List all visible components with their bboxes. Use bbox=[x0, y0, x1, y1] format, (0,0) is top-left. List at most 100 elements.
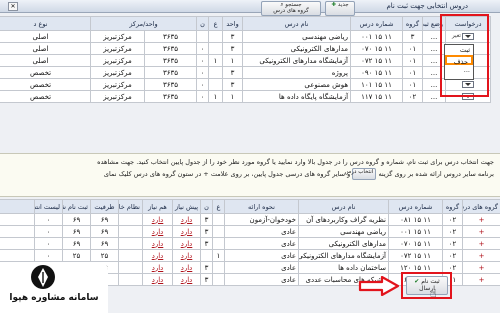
chevron-down-icon[interactable] bbox=[462, 81, 475, 88]
center-cell: مرکزتبریز bbox=[89, 78, 146, 91]
type-cell: تخصص bbox=[0, 66, 91, 79]
col-n: ن bbox=[200, 199, 213, 214]
units-cell: ۳ bbox=[222, 66, 244, 79]
groups-cell[interactable]: + bbox=[462, 237, 500, 250]
n-cell: ۰ bbox=[196, 78, 210, 91]
table-row: ... ۰۱ ۱۱ ۱۵ ۱۰۱ هوش مصنوعی ۳ ۰ ۳۶۳۵ مرکزتبریز ت… bbox=[0, 78, 492, 91]
chevron-down-icon[interactable] bbox=[462, 33, 475, 40]
instructions-line-1: جهت انتخاب درس برای ثبت نام، شماره و گرو… bbox=[97, 158, 494, 166]
prereq-cell[interactable]: دارد bbox=[172, 249, 201, 262]
units-cell: ۱ bbox=[222, 90, 244, 103]
center-cell: مرکزتبریز bbox=[89, 42, 146, 55]
filler-cell bbox=[0, 249, 35, 262]
a-cell bbox=[208, 42, 224, 55]
group-cell[interactable]: ۰۲ bbox=[402, 90, 424, 103]
n-cell: ۳ bbox=[200, 237, 213, 250]
dropdown-option-delete[interactable]: حذف bbox=[445, 55, 473, 66]
coreq-cell[interactable]: دارد bbox=[142, 225, 173, 238]
n-cell: ۰ bbox=[196, 54, 210, 67]
course-no-cell[interactable]: ۱۱ ۱۵ ۱۰۱ bbox=[350, 78, 404, 91]
name-cell: مدارهای الکترونیکی bbox=[298, 237, 389, 250]
type-cell: اصلی bbox=[0, 30, 91, 43]
prereq-cell[interactable]: دارد bbox=[172, 213, 201, 226]
dropdown-note: تغیر bbox=[452, 33, 461, 39]
coreq-cell[interactable]: دارد bbox=[142, 273, 173, 286]
prereq-cell[interactable]: دارد bbox=[172, 273, 201, 286]
col-course-name: نام درس bbox=[242, 16, 352, 31]
coreq-cell[interactable]: دارد bbox=[142, 261, 173, 274]
groups-cell[interactable]: + bbox=[462, 225, 500, 238]
groups-cell[interactable]: + bbox=[462, 261, 500, 274]
group-cell[interactable]: ۰۱ bbox=[402, 54, 424, 67]
col-prereq: پیش نیاز bbox=[172, 199, 201, 214]
coreq-cell[interactable]: دارد bbox=[142, 237, 173, 250]
submit-registration-button[interactable]: ✔ ثبت نام ارسال bbox=[406, 276, 448, 295]
course_no-cell: ۱۱ ۱۵ ۰۷۰ bbox=[388, 237, 443, 250]
course-no-cell[interactable]: ۱۱ ۱۵ ۱۱۷ bbox=[350, 90, 404, 103]
course_no-cell: ۱۱ ۱۵ ۱۲۰ bbox=[388, 261, 443, 274]
n-cell: ۳ bbox=[200, 261, 213, 274]
coreq-cell[interactable]: دارد bbox=[142, 249, 173, 262]
course-no-cell[interactable]: ۱۱ ۱۵ ۰۷۲ bbox=[350, 54, 404, 67]
center-code-cell: ۳۶۳۵ bbox=[144, 54, 198, 67]
request-dropdown-list[interactable]: ثبت حذف ... bbox=[444, 44, 474, 80]
prereq-cell[interactable]: دارد bbox=[172, 261, 201, 274]
groups-cell[interactable]: + bbox=[462, 249, 500, 262]
dropdown-option-register[interactable]: ثبت bbox=[445, 45, 473, 55]
n-cell: ۰ bbox=[196, 90, 210, 103]
enrolled-cell: ۶۹ bbox=[62, 213, 91, 226]
group-cell[interactable]: ۰۱ bbox=[402, 78, 424, 91]
capacity-cell: ۶۹ bbox=[90, 237, 119, 250]
type-cell: اصلی bbox=[0, 42, 91, 55]
col-course-no: شماره درس bbox=[350, 16, 404, 31]
units-cell: ۳ bbox=[222, 42, 244, 55]
table-row: ... ۰۲ ۱۱ ۱۵ ۱۱۷ آزمایشگاه پایگاه داده ها ۱ ۱… bbox=[0, 90, 492, 103]
course-groups-button[interactable]: ⌕ جستجو گروه های درس bbox=[261, 1, 321, 16]
groups-cell[interactable]: + bbox=[462, 273, 500, 286]
course-no-cell[interactable]: ۱۱ ۱۵ ۰۷۰ bbox=[350, 42, 404, 55]
status-cell: ... bbox=[422, 30, 447, 43]
select-course-inline-button[interactable]: انتخاب درس bbox=[345, 168, 377, 180]
n-cell bbox=[196, 30, 210, 43]
method-cell: عادی bbox=[224, 261, 299, 274]
dropdown-option-none[interactable]: ... bbox=[445, 65, 473, 75]
col-enrolled: ثبت نام شده bbox=[62, 199, 91, 214]
col-course-no: شماره درس bbox=[388, 199, 443, 214]
coreq-cell[interactable]: دارد bbox=[142, 213, 173, 226]
table-row[interactable]: +۰۲ ۱۱ ۱۵ ۰۰۱ ریاضی مهندسی عادی ۳ دارد دارد ۶۹ ۶… bbox=[0, 225, 500, 238]
col-a: ع bbox=[212, 199, 225, 214]
a-cell bbox=[212, 237, 225, 250]
enrolled-cell: ۶۹ bbox=[62, 225, 91, 238]
waitlist-cell: ۰ bbox=[34, 249, 63, 262]
status-cell: ... bbox=[422, 54, 447, 67]
center-code-cell: ۳۶۳۵ bbox=[144, 90, 198, 103]
waitlist-cell: ۰ bbox=[34, 225, 63, 238]
waitlist-cell: ۰ bbox=[34, 237, 63, 250]
group-cell[interactable]: ۳ bbox=[402, 30, 424, 43]
filler-cell bbox=[0, 237, 35, 250]
course-no-cell[interactable]: ۱۱ ۱۵ ۰۰۱ bbox=[350, 30, 404, 43]
groups-cell[interactable]: + bbox=[462, 213, 500, 226]
close-button[interactable]: ✕ bbox=[8, 2, 18, 11]
request-dropdown[interactable] bbox=[445, 90, 492, 103]
course-no-cell[interactable]: ۱۱ ۱۵ ۰۹۰ bbox=[350, 66, 404, 79]
prereq-cell[interactable]: دارد bbox=[172, 225, 201, 238]
type-cell: تخصص bbox=[0, 90, 91, 103]
units-cell: ۳ bbox=[222, 30, 244, 43]
group-cell[interactable]: ۰۱ bbox=[402, 66, 424, 79]
chevron-down-icon[interactable] bbox=[462, 93, 475, 100]
table-row[interactable]: +۰۲ ۱۱ ۱۵ ۰۷۲ آزمایشگاه مدارهای الکترونیکی… bbox=[0, 249, 500, 262]
special-cell bbox=[118, 225, 143, 238]
prereq-cell[interactable]: دارد bbox=[172, 237, 201, 250]
course-name-cell: آزمایشگاه پایگاه داده ها bbox=[242, 90, 352, 103]
pen-nib-icon bbox=[31, 265, 55, 289]
table-row[interactable]: +۰۲ ۱۱ ۱۵ ۰۸۱ نظریه گراف وکاربردهای آن خودخ… bbox=[0, 213, 500, 226]
new-button[interactable]: ✚ جدید bbox=[325, 1, 355, 16]
request-dropdown[interactable] bbox=[445, 78, 492, 91]
group-cell[interactable]: ۰۱ bbox=[402, 42, 424, 55]
logo-text: سامانه مشاوره هپوا bbox=[9, 293, 99, 303]
course_no-cell: ۱۱ ۱۵ ۰۸۱ bbox=[388, 213, 443, 226]
a-cell: ۱ bbox=[208, 90, 224, 103]
col-waitlist: لیست انتظار bbox=[34, 199, 63, 214]
table-row[interactable]: +۰۲ ۱۱ ۱۵ ۰۷۰ مدارهای الکترونیکی عادی ۳ دارد د… bbox=[0, 237, 500, 250]
